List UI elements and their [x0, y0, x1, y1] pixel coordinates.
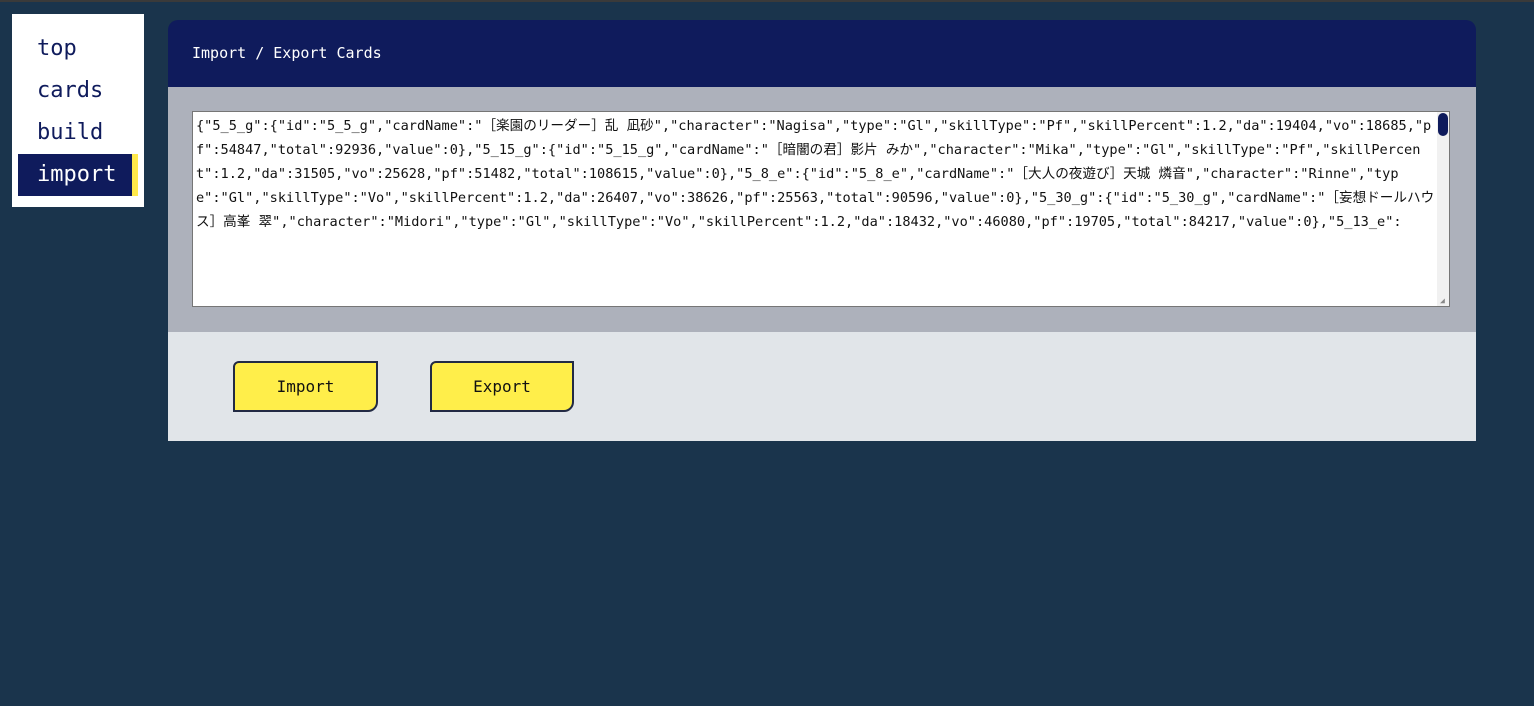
- card-data-textarea[interactable]: {"5_5_g":{"id":"5_5_g","cardName":"［楽園のリ…: [192, 111, 1450, 307]
- import-export-panel: Import / Export Cards {"5_5_g":{"id":"5_…: [168, 20, 1476, 441]
- scrollbar-thumb[interactable]: [1438, 113, 1448, 136]
- resize-handle-icon[interactable]: ◢: [1440, 297, 1448, 305]
- panel-footer: Import Export: [168, 332, 1476, 441]
- nav-item-cards[interactable]: cards: [18, 70, 138, 112]
- import-button[interactable]: Import: [233, 361, 378, 412]
- panel-title: Import / Export Cards: [168, 20, 1476, 87]
- export-button[interactable]: Export: [430, 361, 574, 412]
- card-data-text[interactable]: {"5_5_g":{"id":"5_5_g","cardName":"［楽園のリ…: [196, 114, 1435, 306]
- nav-item-import[interactable]: import: [18, 154, 138, 196]
- nav-item-build[interactable]: build: [18, 112, 138, 154]
- textarea-scrollbar[interactable]: [1437, 112, 1449, 306]
- nav-item-top[interactable]: top: [18, 28, 138, 70]
- sidebar-nav: top cards build import: [12, 14, 144, 207]
- panel-body: {"5_5_g":{"id":"5_5_g","cardName":"［楽園のリ…: [168, 87, 1476, 332]
